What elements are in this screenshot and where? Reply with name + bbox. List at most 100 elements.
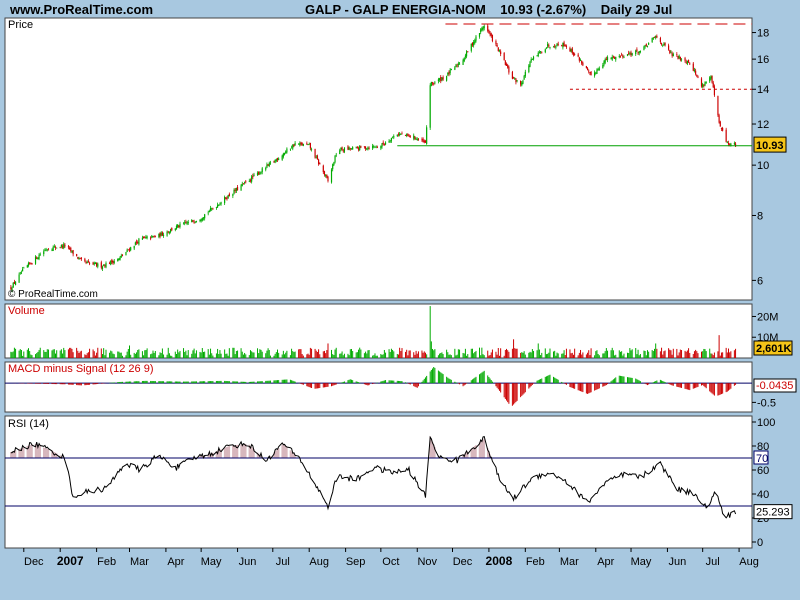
price-candle-body: [375, 145, 377, 147]
price-candle-body: [330, 169, 333, 183]
price-candle-body: [248, 180, 250, 182]
price-candle-body: [457, 63, 459, 66]
price-candle-body: [488, 30, 490, 33]
price-candle-body: [446, 75, 448, 81]
x-tick-label: Dec: [24, 556, 44, 568]
price-candle-body: [538, 52, 541, 53]
price-candle-body: [629, 53, 631, 55]
price-candle-body: [78, 257, 80, 260]
price-candle-body: [256, 172, 259, 176]
price-candle-body: [145, 236, 147, 238]
price-candle-body: [150, 237, 152, 239]
price-candle-body: [516, 80, 518, 81]
price-candle-body: [63, 244, 65, 249]
price-candle-body: [440, 77, 442, 82]
price-candle-body: [437, 79, 439, 82]
rsi-y-tick-label: 60: [757, 465, 769, 477]
price-candle-body: [166, 231, 168, 236]
price-candle-body: [260, 172, 262, 174]
price-candle-body: [653, 36, 656, 38]
price-last-value: 10.93: [756, 140, 784, 152]
volume-y-tick-label: 20M: [757, 311, 778, 323]
price-candle-body: [531, 59, 533, 60]
price-candle-body: [711, 75, 713, 83]
price-candle-body: [523, 75, 525, 80]
price-candle-body: [360, 146, 362, 148]
price-candle-body: [482, 27, 484, 30]
price-candle-body: [448, 72, 450, 75]
price-candle-body: [199, 220, 201, 221]
price-candle-body: [603, 61, 605, 65]
price-candle-body: [589, 72, 591, 74]
price-candle-body: [208, 211, 210, 212]
x-tick-label: Mar: [560, 556, 579, 568]
price-candle-body: [611, 56, 613, 60]
price-candle-body: [722, 128, 724, 131]
price-candle-body: [381, 143, 383, 147]
price-candle-body: [187, 221, 189, 224]
price-candle-body: [325, 175, 327, 176]
price-candle-body: [104, 265, 106, 267]
price-candle-body: [171, 227, 173, 231]
price-candle-body: [672, 54, 674, 57]
price-candle-body: [34, 256, 37, 264]
price-candle-body: [671, 53, 673, 56]
price-candle-body: [96, 262, 98, 266]
price-candle-body: [656, 36, 658, 38]
price-candle-body: [259, 172, 261, 175]
price-candle-body: [552, 46, 555, 48]
price-candle-body: [455, 64, 457, 68]
price-candle-body: [677, 55, 679, 59]
price-candle-body: [582, 62, 584, 66]
price-candle-body: [511, 71, 513, 79]
price-candle-body: [408, 134, 410, 136]
price-candle-body: [590, 71, 592, 76]
price-candle-body: [622, 55, 624, 57]
price-candle-body: [646, 45, 649, 47]
price-candle-body: [234, 189, 236, 192]
price-candle-body: [18, 274, 20, 283]
price-candle-body: [191, 219, 193, 222]
price-candle-body: [201, 218, 203, 221]
price-candle-body: [554, 45, 556, 47]
price-candle-body: [407, 134, 409, 136]
price-y-tick-label: 18: [757, 28, 769, 40]
price-candle-body: [215, 207, 218, 208]
price-candle-body: [283, 153, 286, 155]
price-candle-body: [334, 155, 336, 163]
price-candle-body: [286, 148, 288, 153]
price-candle-body: [450, 68, 452, 70]
price-candle-body: [541, 51, 543, 53]
price-candle-body: [529, 61, 531, 67]
price-candle-body: [367, 147, 369, 149]
price-candle-body: [308, 144, 310, 145]
price-candle-body: [503, 53, 505, 60]
price-candle-body: [178, 225, 180, 228]
price-candle-body: [26, 265, 28, 268]
x-tick-label: Mar: [130, 556, 149, 568]
price-candle-body: [424, 140, 427, 143]
price-candle-body: [662, 44, 664, 46]
price-candle-body: [697, 76, 699, 78]
price-candle-body: [670, 51, 672, 53]
price-candle-body: [441, 78, 443, 80]
price-candle-body: [389, 140, 391, 142]
price-candle-body: [220, 202, 222, 204]
price-candle-body: [117, 258, 119, 262]
price-candle-body: [349, 148, 351, 150]
price-candle-body: [127, 249, 129, 251]
price-candle-body: [160, 232, 162, 236]
price-candle-body: [267, 164, 269, 166]
price-candle-body: [570, 49, 572, 52]
price-candle-body: [251, 176, 253, 182]
price-candle-body: [521, 82, 523, 86]
price-candle-body: [72, 250, 74, 255]
price-candle-body: [645, 44, 647, 46]
price-candle-body: [314, 148, 316, 158]
price-candle-body: [152, 236, 154, 238]
price-candle-body: [265, 167, 267, 170]
price-candle-body: [242, 183, 245, 185]
price-candle-body: [605, 58, 607, 60]
price-candle-body: [687, 60, 690, 63]
price-candle-body: [348, 147, 350, 150]
